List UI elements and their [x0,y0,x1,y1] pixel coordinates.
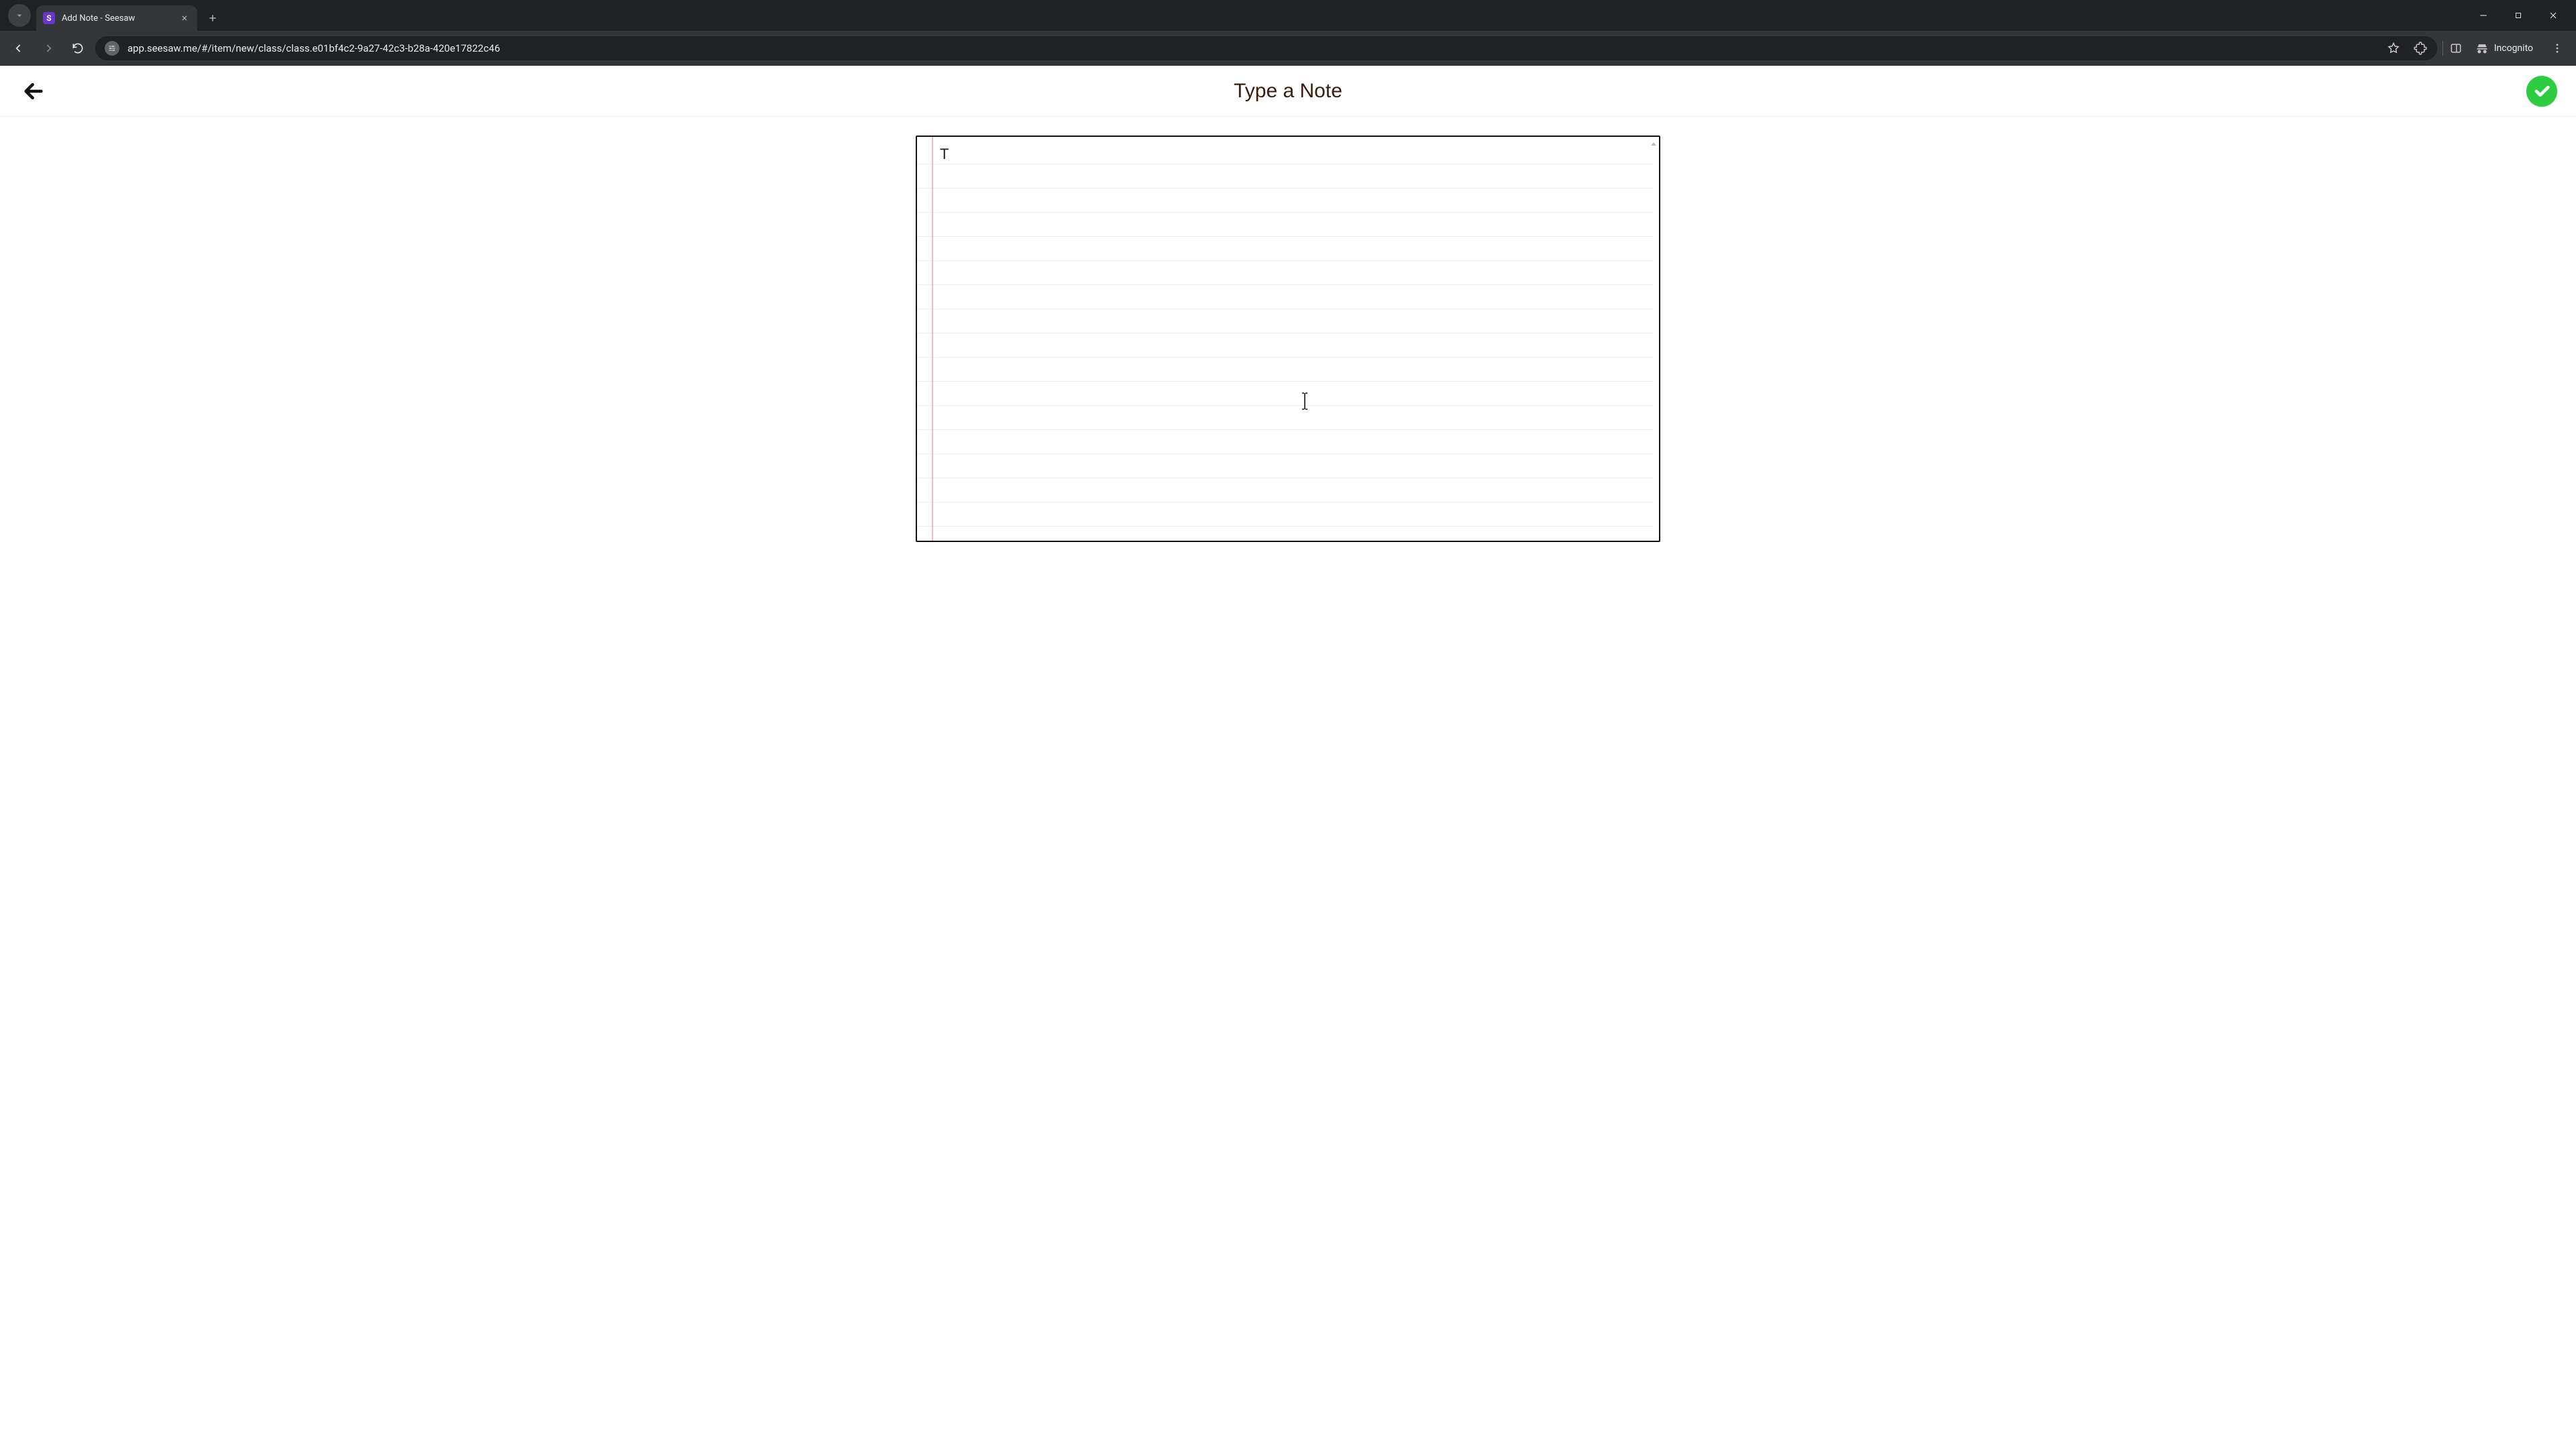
window-minimize-button[interactable] [2474,6,2493,25]
minimize-icon [2478,10,2489,21]
arrow-left-icon [22,80,45,103]
browser-toolbar: app.seesaw.me/#/item/new/class/class.e01… [0,31,2576,66]
site-info-button[interactable] [105,41,119,56]
back-button[interactable] [19,76,48,106]
browser-chrome: S Add Note - Seesaw [0,0,2576,66]
new-tab-button[interactable] [203,8,223,28]
star-icon [2387,42,2400,55]
incognito-indicator[interactable]: Incognito [2469,39,2540,58]
window-controls [2474,0,2572,31]
tune-icon [107,44,117,53]
browser-tab[interactable]: S Add Note - Seesaw [36,5,197,31]
window-maximize-button[interactable] [2509,6,2528,25]
incognito-icon [2475,42,2489,55]
plus-icon [207,13,218,23]
tab-close-button[interactable] [178,12,191,24]
incognito-label: Incognito [2494,43,2533,54]
nav-reload-button[interactable] [66,36,90,60]
browser-menu-button[interactable] [2545,36,2569,60]
puzzle-icon [2414,42,2427,55]
maximize-icon [2514,11,2523,20]
confirm-button[interactable] [2526,76,2557,107]
page-title: Type a Note [1234,80,1342,103]
arrow-left-icon [12,42,25,55]
tab-title: Add Note - Seesaw [62,13,135,23]
tab-strip: S Add Note - Seesaw [0,0,2576,31]
tab-search-button[interactable] [8,4,31,27]
window-close-button[interactable] [2544,6,2563,25]
note-paper [916,136,1660,542]
side-panel-icon [2449,42,2463,55]
arrow-right-icon [42,42,55,55]
side-panel-button[interactable] [2449,41,2463,56]
kebab-icon [2551,42,2563,54]
note-area [0,117,2576,569]
check-icon [2532,82,2551,101]
scroll-up-hint [1650,141,1656,148]
tab-favicon: S [43,12,55,24]
chevron-down-icon [14,10,25,21]
close-icon [2548,10,2559,21]
app-page: Type a Note [0,66,2576,569]
nav-back-button[interactable] [7,36,31,60]
note-textarea[interactable] [940,142,1650,535]
app-header: Type a Note [0,66,2576,117]
close-icon [180,14,189,22]
extensions-button[interactable] [2413,41,2428,56]
address-bar[interactable]: app.seesaw.me/#/item/new/class/class.e01… [95,36,2437,60]
bookmark-button[interactable] [2386,41,2401,56]
reload-icon [71,42,85,55]
nav-forward-button[interactable] [36,36,60,60]
url-text: app.seesaw.me/#/item/new/class/class.e01… [127,42,500,54]
